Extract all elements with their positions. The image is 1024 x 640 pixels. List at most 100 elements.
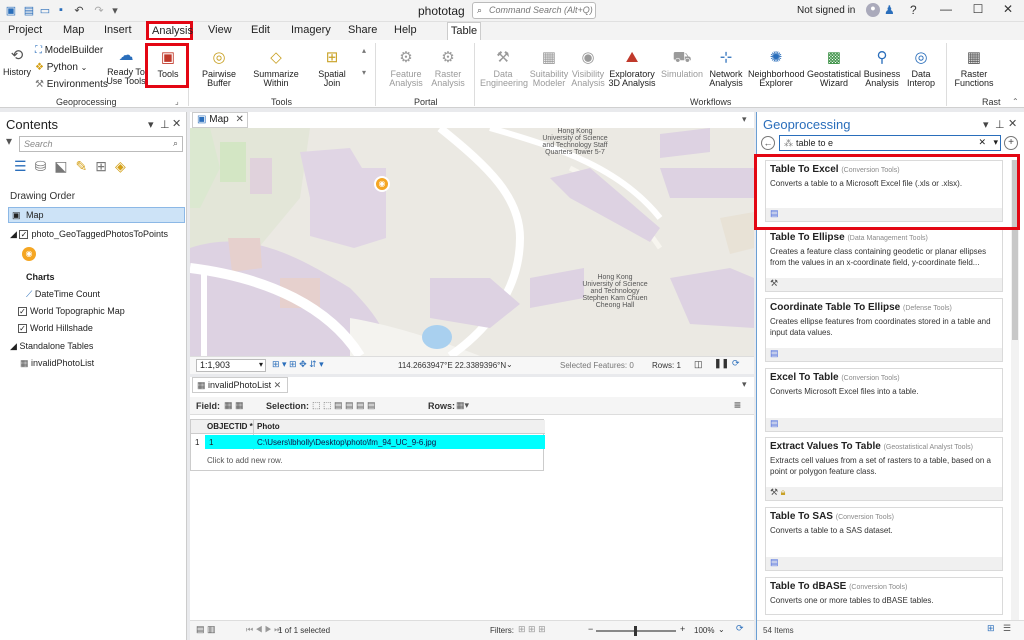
user-avatar-icon[interactable]: ● bbox=[866, 3, 880, 17]
tab-table[interactable]: Table bbox=[447, 22, 481, 40]
expand-icon[interactable]: ◢ bbox=[10, 341, 17, 351]
list-by-data-source-icon[interactable]: ⛁ bbox=[35, 158, 55, 174]
close-icon[interactable]: ✕ bbox=[235, 114, 243, 125]
spatial-join-button[interactable]: ⊞ Spatial Join bbox=[312, 46, 352, 88]
neighborhood-explorer-button[interactable]: ✺ Neighborhood Explorer bbox=[748, 46, 805, 88]
tab-map[interactable]: Map bbox=[63, 24, 84, 36]
map-view-tab[interactable]: ▣ Map ✕ bbox=[192, 112, 248, 128]
list-by-editing-icon[interactable]: ✎ bbox=[76, 158, 96, 174]
maximize-icon[interactable]: ☐ bbox=[966, 2, 990, 20]
network-analysis-button[interactable]: ⊹ Network Analysis bbox=[704, 46, 748, 88]
data-engineering-button[interactable]: ⚒ Data Engineering bbox=[480, 46, 528, 88]
tree-item-world-hillshade[interactable]: ✓ World Hillshade bbox=[18, 323, 93, 334]
ribbon-collapse-icon[interactable]: ⌃ bbox=[1012, 97, 1019, 106]
zoom-out-icon[interactable]: − bbox=[588, 624, 593, 634]
undo-icon[interactable]: ↶ bbox=[72, 3, 86, 17]
modelbuilder-button[interactable]: ⛶ ModelBuilder bbox=[35, 45, 103, 56]
feature-analysis-button[interactable]: ⚙ Feature Analysis bbox=[386, 46, 426, 88]
simulation-button[interactable]: ⛟ Simulation bbox=[660, 46, 704, 79]
refresh-icon[interactable]: ◫ bbox=[694, 359, 703, 370]
close-window-icon[interactable]: ✕ bbox=[996, 2, 1020, 20]
chevron-down-icon[interactable]: ⌄ bbox=[718, 625, 725, 634]
back-icon[interactable]: ← bbox=[761, 136, 775, 150]
table-menu-icon[interactable]: ≡ bbox=[734, 398, 741, 412]
pane-options-icon[interactable]: ▾ bbox=[148, 118, 154, 131]
tab-edit[interactable]: Edit bbox=[251, 24, 270, 36]
tab-insert[interactable]: Insert bbox=[104, 24, 132, 36]
list-by-labeling-icon[interactable]: ◈ bbox=[115, 158, 134, 174]
result-table-to-ellipse[interactable]: Table To Ellipse (Data Management Tools)… bbox=[765, 228, 1003, 292]
tool-search-input[interactable]: ⁂ table to e ✕ ▾ bbox=[779, 135, 1001, 151]
tree-item-world-topographic[interactable]: ✓ World Topographic Map bbox=[18, 306, 125, 317]
data-interop-button[interactable]: ◎ Data Interop bbox=[902, 46, 940, 88]
tab-help[interactable]: Help bbox=[394, 24, 417, 36]
expand-icon[interactable]: ◢ bbox=[10, 229, 17, 239]
redo-icon[interactable]: ↷ bbox=[92, 3, 106, 17]
rows-tools-icon[interactable]: ▦▾ bbox=[456, 400, 469, 411]
column-header-objectid[interactable]: OBJECTID * bbox=[207, 422, 253, 431]
raster-functions-button[interactable]: ▦ Raster Functions bbox=[952, 46, 996, 88]
tab-list-icon[interactable]: ▾ bbox=[742, 114, 747, 125]
clear-search-icon[interactable]: ✕ bbox=[978, 137, 986, 148]
minimize-icon[interactable]: — bbox=[934, 2, 958, 20]
contents-search-input[interactable]: Search ⌕ bbox=[19, 136, 183, 152]
command-search-input[interactable]: ⌕ Command Search (Alt+Q) bbox=[472, 2, 596, 19]
raster-analysis-button[interactable]: ⚙ Raster Analysis bbox=[428, 46, 468, 88]
zoom-slider[interactable] bbox=[596, 626, 676, 636]
add-icon[interactable]: + bbox=[1004, 136, 1018, 150]
result-extract-values-to-table[interactable]: Extract Values To Table (Geostatistical … bbox=[765, 437, 1003, 501]
scale-selector[interactable]: 1:1,903 ▾ bbox=[196, 359, 266, 372]
ready-to-use-tools-button[interactable]: ☁ Ready To Use Tools bbox=[106, 44, 146, 86]
suitability-modeler-button[interactable]: ▦ Suitability Modeler bbox=[528, 46, 570, 88]
visibility-analysis-button[interactable]: ◉ Visibility Analysis bbox=[570, 46, 606, 88]
close-icon[interactable]: ✕ bbox=[1008, 117, 1017, 130]
coordinate-format-icon[interactable]: ⌄ bbox=[506, 360, 513, 369]
notification-icon[interactable]: ♟ bbox=[884, 3, 895, 17]
geostatistical-wizard-button[interactable]: ▩ Geostatistical Wizard bbox=[806, 46, 862, 88]
business-analysis-button[interactable]: ⚲ Business Analysis bbox=[862, 46, 902, 88]
dialog-launcher-icon[interactable]: ⌟ bbox=[175, 97, 179, 106]
list-by-drawing-order-icon[interactable]: ☰ bbox=[14, 158, 35, 174]
column-header-photo[interactable]: Photo bbox=[257, 422, 280, 431]
gallery-scroll-down-icon[interactable]: ▾ bbox=[362, 68, 366, 77]
result-coordinate-table-to-ellipse[interactable]: Coordinate Table To Ellipse (Defense Too… bbox=[765, 298, 1003, 362]
tab-analysis[interactable]: Analysis bbox=[146, 21, 193, 41]
layer-visibility-checkbox[interactable]: ✓ bbox=[18, 324, 27, 334]
help-icon[interactable]: ? bbox=[910, 3, 917, 17]
customize-quick-access-icon[interactable]: ▾ bbox=[108, 3, 122, 17]
search-options-icon[interactable]: ⁂ bbox=[784, 138, 793, 149]
pin-icon[interactable]: ⊥ bbox=[995, 118, 1005, 131]
search-settings-icon[interactable]: ▾ bbox=[6, 134, 12, 148]
map-tools-icons[interactable]: ⊞ ▾ ⊞ ✥ ⇵ ▾ bbox=[272, 359, 324, 370]
close-icon[interactable]: ✕ bbox=[274, 380, 282, 390]
tree-item-photo-layer[interactable]: ◢ ✓ photo_GeoTaggedPhotosToPoints bbox=[10, 229, 168, 240]
cell-objectid[interactable]: 1 bbox=[209, 438, 213, 447]
camera-symbol-icon[interactable]: ◉ bbox=[22, 247, 36, 261]
zoom-in-icon[interactable]: + bbox=[680, 624, 685, 634]
tree-item-map[interactable]: ▣ Map bbox=[8, 207, 185, 223]
tab-share[interactable]: Share bbox=[348, 24, 377, 36]
list-by-selection-icon[interactable]: ⬕ bbox=[54, 158, 75, 174]
sign-in-status[interactable]: Not signed in bbox=[797, 5, 855, 16]
pane-options-icon[interactable]: ▾ bbox=[983, 118, 989, 131]
layer-visibility-checkbox[interactable]: ✓ bbox=[18, 307, 27, 317]
tree-item-datetime-count[interactable]: ⟋ DateTime Count bbox=[26, 289, 100, 300]
refresh-map-icon[interactable]: ⟳ bbox=[732, 358, 740, 369]
close-icon[interactable]: ✕ bbox=[172, 117, 181, 130]
new-project-icon[interactable]: ▤ bbox=[22, 3, 36, 17]
list-view-icon[interactable]: ☰ bbox=[1003, 623, 1011, 634]
cell-photo[interactable]: C:\Users\lbholly\Desktop\photo\fm_94_UC_… bbox=[257, 438, 436, 447]
chevron-down-icon[interactable]: ▾ bbox=[993, 137, 998, 148]
pairwise-buffer-button[interactable]: ◎ Pairwise Buffer bbox=[196, 46, 242, 88]
result-excel-to-table[interactable]: Excel To Table (Conversion Tools) Conver… bbox=[765, 368, 1003, 432]
layer-visibility-checkbox[interactable]: ✓ bbox=[19, 230, 29, 240]
selection-tools-icons[interactable]: ⬚ ⬚ ▤ ▤ ▤ ▤ bbox=[312, 400, 376, 411]
table-view-icons[interactable]: ▤ ▥ bbox=[196, 624, 216, 635]
gallery-scroll-up-icon[interactable]: ▴ bbox=[362, 46, 366, 55]
summarize-within-button[interactable]: ◇ Summarize Within bbox=[252, 46, 300, 88]
tab-list-icon[interactable]: ▾ bbox=[742, 379, 747, 390]
tab-project[interactable]: Project bbox=[8, 24, 42, 36]
python-button[interactable]: ❖ Python ⌄ bbox=[35, 62, 87, 73]
pin-icon[interactable]: ⊥ bbox=[160, 118, 170, 131]
tile-view-icon[interactable]: ⊞ bbox=[987, 623, 995, 634]
